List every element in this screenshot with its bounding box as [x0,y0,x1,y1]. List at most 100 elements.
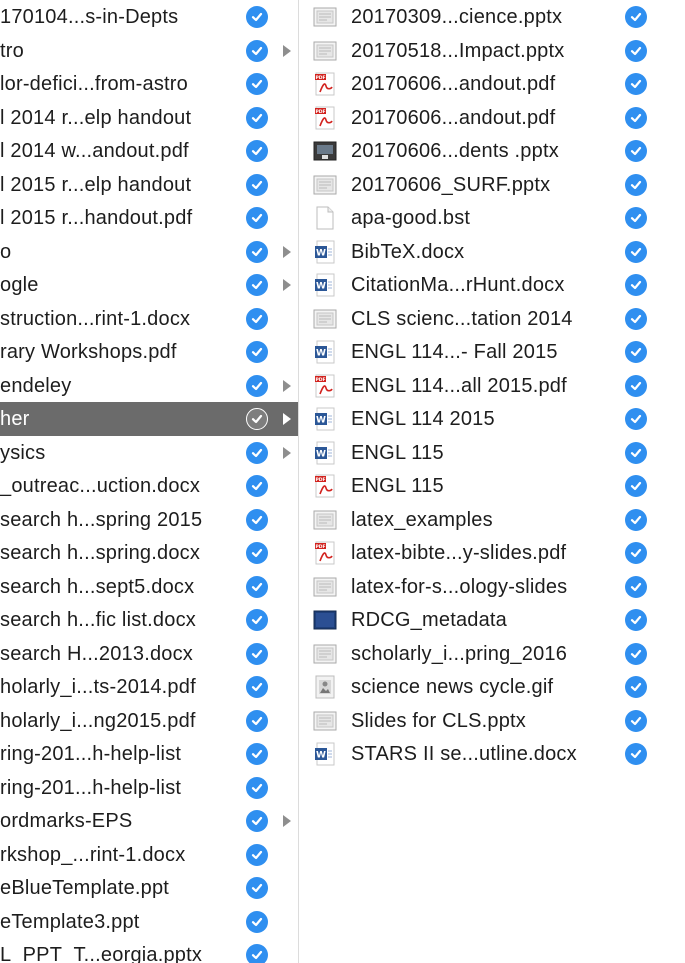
file-row[interactable]: holarly_i...ng2015.pdf [0,704,298,738]
file-row[interactable]: scholarly_i...pring_2016 [299,637,685,671]
disclosure-arrow-icon[interactable] [283,413,291,425]
sync-status-check-icon [246,39,268,62]
disclosure-arrow-icon[interactable] [283,379,291,392]
file-row[interactable]: W ENGL 114...- Fall 2015 [299,335,685,369]
item-name: her [0,408,30,430]
file-row[interactable]: W ENGL 114 2015 [299,402,685,436]
item-name: holarly_i...ts-2014.pdf [0,676,196,698]
file-row[interactable]: latex_examples [299,503,685,537]
file-row[interactable]: eBlueTemplate.ppt [0,871,298,905]
word-icon: W [313,742,337,766]
sync-status-check-icon [625,140,647,162]
disclosure-arrow-icon[interactable] [283,815,291,827]
sync-status-check-icon [246,676,268,698]
file-row[interactable]: l 2014 w...andout.pdf [0,134,298,168]
file-row[interactable]: search h...spring 2015 [0,503,298,537]
file-row[interactable]: latex-for-s...ology-slides [299,570,685,604]
file-row[interactable]: eTemplate3.ppt [0,905,298,939]
file-row[interactable]: search H...2013.docx [0,637,298,671]
file-row[interactable]: 20170518...Impact.pptx [299,34,685,68]
file-row[interactable]: _outreac...uction.docx [0,469,298,503]
file-row[interactable]: science news cycle.gif [299,670,685,704]
file-row[interactable]: rkshop_...rint-1.docx [0,838,298,872]
file-row[interactable]: l 2015 r...handout.pdf [0,201,298,235]
sync-status-check-icon [246,542,268,564]
file-row[interactable]: PDF ENGL 115 [299,469,685,503]
folder-row[interactable]: ordmarks-EPS [0,804,298,838]
item-name: search h...spring 2015 [0,508,203,531]
disclosure-arrow-icon[interactable] [283,446,291,459]
file-row[interactable]: apa-good.bst [299,201,685,235]
file-name: CitationMa...rHunt.docx [351,274,565,296]
file-row[interactable]: rary Workshops.pdf [0,335,298,369]
file-row[interactable]: 170104...s-in-Depts [0,0,298,34]
blank-document-icon [313,206,337,230]
sync-status-check-icon [625,6,647,28]
word-icon: W [313,340,337,364]
file-name: scholarly_i...pring_2016 [351,642,568,665]
item-name: rkshop_...rint-1.docx [0,843,186,866]
sync-status-check-icon [246,743,268,765]
file-row[interactable]: PDF 20170606...andout.pdf [299,101,685,135]
disclosure-arrow-icon[interactable] [283,245,291,258]
pdf-icon: PDF [313,72,337,96]
file-row[interactable]: Slides for CLS.pptx [299,704,685,738]
item-name: o [0,240,12,263]
file-row[interactable]: l 2014 r...elp handout [0,101,298,135]
file-row[interactable]: 20170309...cience.pptx [299,0,685,34]
folder-row[interactable]: ysics [0,436,298,470]
svg-text:W: W [316,248,326,258]
file-row[interactable]: L_PPT_T...eorgia.pptx [0,938,298,963]
folder-row[interactable]: ogle [0,268,298,302]
file-row[interactable]: ring-201...h-help-list [0,737,298,771]
item-name: search h...fic list.docx [0,609,196,631]
file-row[interactable]: W STARS II se...utline.docx [299,737,685,771]
file-row[interactable]: lor-defici...from-astro [0,67,298,101]
pdf-icon: PDF [313,541,337,565]
word-icon: W [313,240,337,264]
right-column-file-list: 20170309...cience.pptx 20170518...Impact.… [299,0,685,963]
file-row[interactable]: 20170606_SURF.pptx [299,168,685,202]
file-row[interactable]: PDF ENGL 114...all 2015.pdf [299,369,685,403]
file-row[interactable]: CLS scienc...tation 2014 [299,302,685,336]
word-icon: W [313,273,337,297]
file-name: RDCG_metadata [351,609,507,631]
svg-text:PDF: PDF [315,477,325,483]
sync-status-check-icon [625,274,647,296]
file-row[interactable]: W BibTeX.docx [299,235,685,269]
file-row[interactable]: struction...rint-1.docx [0,302,298,336]
file-name: ENGL 114...- Fall 2015 [351,341,558,363]
folder-row[interactable]: tro [0,34,298,68]
file-row[interactable]: search h...sept5.docx [0,570,298,604]
svg-text:PDF: PDF [315,376,325,382]
file-row[interactable]: holarly_i...ts-2014.pdf [0,670,298,704]
pdf-icon: PDF [313,106,337,130]
file-row[interactable]: PDF latex-bibte...y-slides.pdf [299,536,685,570]
svg-text:PDF: PDF [315,75,325,81]
file-row[interactable]: RDCG_metadata [299,603,685,637]
file-row[interactable]: 20170606...dents .pptx [299,134,685,168]
file-row[interactable]: W ENGL 115 [299,436,685,470]
file-row[interactable]: search h...spring.docx [0,536,298,570]
svg-text:W: W [316,449,326,459]
item-name: 170104...s-in-Depts [0,6,179,28]
file-row[interactable]: PDF 20170606...andout.pdf [299,67,685,101]
file-row[interactable]: search h...fic list.docx [0,603,298,637]
item-name: l 2015 r...elp handout [0,173,192,196]
sync-status-check-icon [246,6,268,28]
file-name: CLS scienc...tation 2014 [351,307,573,330]
file-row[interactable]: l 2015 r...elp handout [0,168,298,202]
word-icon: W [313,407,337,431]
item-name: search H...2013.docx [0,642,193,665]
disclosure-arrow-icon[interactable] [283,279,291,291]
folder-row[interactable]: o [0,235,298,269]
file-name: 20170309...cience.pptx [351,6,563,28]
item-name: L_PPT_T...eorgia.pptx [0,944,203,963]
disclosure-arrow-icon[interactable] [283,44,291,57]
file-name: ENGL 114...all 2015.pdf [351,374,567,397]
sync-status-check-icon [625,106,647,129]
file-row[interactable]: W CitationMa...rHunt.docx [299,268,685,302]
file-row[interactable]: ring-201...h-help-list [0,771,298,805]
folder-row[interactable]: her [0,402,298,436]
folder-row[interactable]: endeley [0,369,298,403]
